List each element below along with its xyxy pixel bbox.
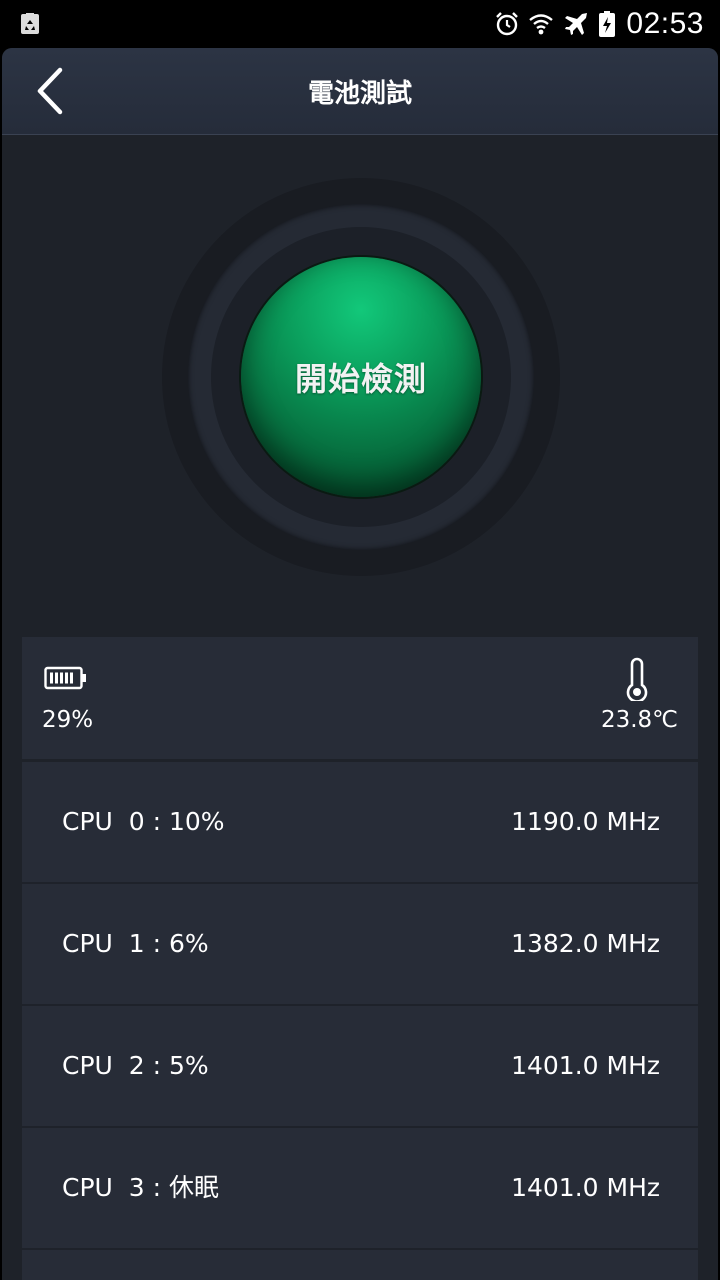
cpu-row: CPU 3 : 休眠 1401.0 MHz: [22, 1128, 698, 1250]
wifi-icon: [529, 14, 554, 35]
battery-charging-icon: [599, 11, 616, 37]
thermometer-icon: [626, 657, 648, 701]
cpu-usage-label: CPU 1 : 6%: [62, 929, 209, 958]
temperature-value: 23.8℃: [600, 707, 678, 733]
battery-info-panel: 29% 23.8℃: [22, 637, 698, 759]
cpu-frequency: 1401.0 MHz: [511, 1051, 660, 1080]
recycle-icon: [21, 13, 39, 34]
start-detection-button[interactable]: 開始檢測: [241, 257, 481, 497]
cpu-frequency: 1382.0 MHz: [511, 929, 660, 958]
start-button-inner-ring: 開始檢測: [211, 227, 511, 527]
page-title: 電池測試: [307, 79, 412, 109]
status-time: 02:53: [626, 7, 704, 40]
start-detection-label: 開始檢測: [294, 360, 427, 398]
start-button-mid-ring: 開始檢測: [188, 204, 534, 550]
alarm-icon: [496, 12, 519, 36]
battery-percent: 29%: [42, 707, 94, 733]
airplane-icon: [565, 13, 588, 35]
cpu-list: CPU 0 : 10% 1190.0 MHz CPU 1 : 6% 1382.0…: [22, 762, 698, 1280]
cpu-usage-label: CPU 2 : 5%: [62, 1051, 209, 1080]
cpu-row: [22, 1250, 698, 1280]
cpu-frequency: 1190.0 MHz: [511, 807, 660, 836]
cpu-row: CPU 2 : 5% 1401.0 MHz: [22, 1006, 698, 1128]
cpu-frequency: 1401.0 MHz: [511, 1173, 660, 1202]
cpu-row: CPU 1 : 6% 1382.0 MHz: [22, 884, 698, 1006]
status-bar: 02:53: [0, 0, 720, 48]
cpu-usage-label: CPU 3 : 休眠: [62, 1173, 219, 1202]
battery-icon: [44, 666, 86, 690]
cpu-row: CPU 0 : 10% 1190.0 MHz: [22, 762, 698, 884]
header-bar: 電池測試: [2, 48, 718, 135]
start-button-outer-ring: 開始檢測: [162, 178, 560, 576]
cpu-usage-label: CPU 0 : 10%: [62, 807, 225, 836]
app-screen: 電池測試 開始檢測 29% 23.8℃ CPU 0: 10% 1190.0 M…: [2, 48, 718, 1280]
